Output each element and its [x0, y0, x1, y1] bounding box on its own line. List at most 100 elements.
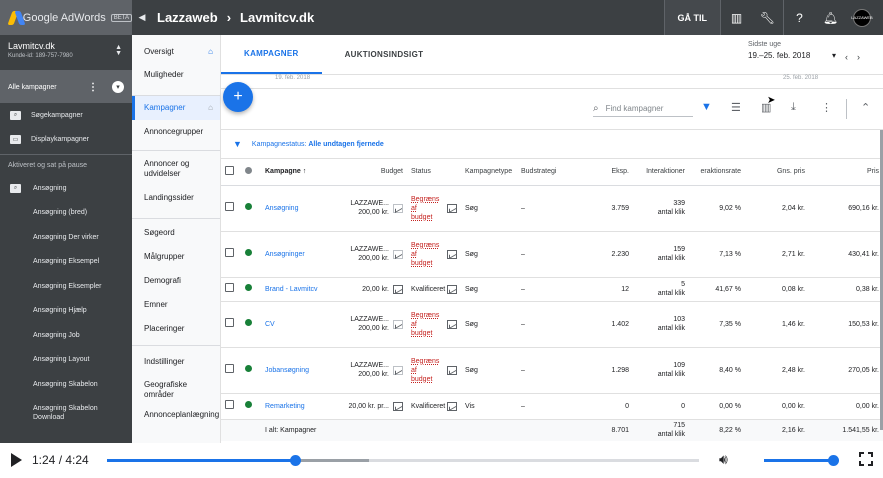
- nav-item-adgroups[interactable]: Annoncegrupper: [132, 120, 220, 144]
- campaign-name-link[interactable]: Remarketing: [261, 393, 331, 420]
- sidebar-campaign-item[interactable]: ⌕ Ansøgning: [0, 176, 132, 201]
- budget-cell[interactable]: LAZZAWE... 200,00 kr.: [335, 199, 403, 217]
- video-progress-bar[interactable]: [107, 455, 699, 466]
- fullscreen-icon[interactable]: [859, 452, 873, 466]
- collapse-sidebar-icon[interactable]: ◀: [132, 12, 152, 23]
- more-vert-icon[interactable]: ⋮: [821, 101, 832, 114]
- breadcrumb-parent[interactable]: Lazzaweb: [157, 10, 218, 25]
- budget-chart-icon[interactable]: [393, 401, 403, 411]
- play-icon[interactable]: [11, 453, 22, 467]
- sidebar-campaign-item[interactable]: Ansøgning Hjælp: [0, 299, 132, 324]
- sidebar-campaign-item[interactable]: Ansøgning Der virker: [0, 225, 132, 250]
- columns-icon[interactable]: ▥: [761, 101, 771, 114]
- col-budget[interactable]: Budget: [331, 159, 407, 186]
- nav-item-opportunities[interactable]: Muligheder: [132, 65, 220, 85]
- nav-item-ad-schedule[interactable]: Annonceplanlægning: [132, 404, 220, 426]
- budget-chart-icon[interactable]: [393, 249, 403, 259]
- wrench-icon[interactable]: 🔧︎: [752, 0, 783, 35]
- campaign-name-link[interactable]: Ansøgning: [261, 185, 331, 232]
- avatar[interactable]: LAZZAWEB: [851, 8, 873, 27]
- table-row[interactable]: Jobansøgning LAZZAWE... 200,00 kr. Begræn…: [221, 347, 883, 394]
- budget-chart-icon[interactable]: [393, 365, 403, 375]
- help-icon[interactable]: ?: [784, 0, 815, 35]
- trend-chart-icon[interactable]: [447, 284, 457, 294]
- col-impressions[interactable]: Eksp.: [573, 159, 633, 186]
- sidebar-campaign-item[interactable]: Ansøgning Skabelon: [0, 372, 132, 397]
- tab-auction-insights[interactable]: AUKTIONSINDSIGT: [322, 34, 447, 74]
- row-checkbox[interactable]: [225, 248, 234, 257]
- budget-chart-icon[interactable]: [393, 203, 403, 213]
- sidebar-campaign-item[interactable]: Ansøgning (bred): [0, 201, 132, 226]
- all-campaigns-item[interactable]: Alle kampagner ⋮ ▾: [0, 71, 132, 103]
- table-row[interactable]: Ansøgninger LAZZAWE... 200,00 kr. Begræns…: [221, 231, 883, 278]
- volume-icon[interactable]: 🔊︎: [719, 451, 728, 468]
- bell-icon[interactable]: 🔔︎: [815, 0, 846, 35]
- trend-chart-icon[interactable]: [447, 365, 457, 375]
- table-row[interactable]: Remarketing 20,00 kr. pr... Kvalificeret…: [221, 393, 883, 420]
- nav-item-locations[interactable]: Geografiske områder: [132, 376, 220, 404]
- chevron-right-icon[interactable]: ›: [857, 52, 869, 62]
- trend-chart-icon[interactable]: [447, 401, 457, 411]
- sidebar-campaign-item[interactable]: Ansøgning Eksempel: [0, 250, 132, 275]
- campaign-name-link[interactable]: CV: [261, 301, 331, 348]
- col-cost[interactable]: Pris: [809, 159, 883, 186]
- reports-icon[interactable]: ▥: [721, 0, 752, 35]
- budget-cell[interactable]: 20,00 kr. pr...: [335, 401, 403, 411]
- row-checkbox[interactable]: [225, 202, 234, 211]
- chevron-left-icon[interactable]: ‹: [845, 52, 857, 62]
- sidebar-campaign-item[interactable]: Ansøgning Job: [0, 323, 132, 348]
- search-input[interactable]: ⌕ Find kampagner: [593, 101, 693, 117]
- sidebar-item-search-campaigns[interactable]: ⌕ Søgekampagner: [0, 103, 132, 127]
- row-checkbox[interactable]: [225, 318, 234, 327]
- budget-chart-icon[interactable]: [393, 319, 403, 329]
- col-status[interactable]: Status: [407, 159, 461, 186]
- trend-chart-icon[interactable]: [447, 203, 457, 213]
- volume-handle[interactable]: [828, 455, 839, 466]
- col-campaign[interactable]: Kampagne ↑: [261, 159, 331, 186]
- more-vert-icon[interactable]: ⋮: [88, 82, 98, 93]
- trend-chart-icon[interactable]: [447, 249, 457, 259]
- budget-cell[interactable]: LAZZAWE... 200,00 kr.: [335, 315, 403, 333]
- campaign-name-link[interactable]: Ansøgninger: [261, 231, 331, 278]
- video-progress-handle[interactable]: [290, 455, 302, 466]
- budget-cell[interactable]: LAZZAWE... 200,00 kr.: [335, 245, 403, 263]
- row-checkbox[interactable]: [225, 400, 234, 409]
- tab-campaigns[interactable]: KAMPAGNER: [221, 34, 322, 74]
- budget-cell[interactable]: 20,00 kr.: [335, 284, 403, 294]
- trend-chart-icon[interactable]: [447, 319, 457, 329]
- col-interaction-rate[interactable]: eraktionsrate: [689, 159, 745, 186]
- add-campaign-button[interactable]: +: [223, 82, 253, 112]
- chevron-down-icon[interactable]: ▾: [112, 81, 124, 93]
- filter-icon[interactable]: ▼: [701, 101, 712, 113]
- budget-cell[interactable]: LAZZAWE... 200,00 kr.: [335, 361, 403, 379]
- col-type[interactable]: Kampagnetype: [461, 159, 517, 186]
- sidebar-campaign-item[interactable]: Ansøgning Skabelon Download: [0, 397, 132, 429]
- nav-item-overview[interactable]: Oversigt ⌂: [132, 35, 220, 69]
- nav-item-ads-extensions[interactable]: Annoncer og udvidelser: [132, 151, 220, 187]
- table-row[interactable]: CV LAZZAWE... 200,00 kr. Begræns af budget …: [221, 301, 883, 348]
- nav-item-placements[interactable]: Placeringer: [132, 317, 220, 341]
- select-all-checkbox[interactable]: [225, 166, 234, 176]
- row-checkbox[interactable]: [225, 364, 234, 373]
- col-interactions[interactable]: Interaktioner: [633, 159, 689, 186]
- sidebar-item-display-campaigns[interactable]: ▭ Displaykampagner: [0, 127, 132, 151]
- segment-icon[interactable]: ☰: [731, 101, 741, 114]
- expand-collapse-icon[interactable]: ▲ ▼: [115, 44, 122, 57]
- budget-chart-icon[interactable]: [393, 284, 403, 294]
- goto-button[interactable]: GÅ TIL: [663, 0, 721, 35]
- filter-bar[interactable]: ▼ Kampagnestatus: Alle undtagen fjernede: [221, 129, 883, 159]
- nav-item-landing-pages[interactable]: Landingssider: [132, 187, 220, 209]
- nav-item-campaigns[interactable]: Kampagner ⌂: [132, 96, 220, 120]
- col-strategy[interactable]: Budstrategi: [517, 159, 573, 186]
- collapse-chevron-up-icon[interactable]: ⌃: [861, 101, 870, 114]
- nav-item-settings[interactable]: Indstillinger: [132, 348, 220, 376]
- brand[interactable]: Google AdWords BETA: [0, 0, 132, 35]
- sidebar-campaign-item[interactable]: Ansøgning Eksempler: [0, 274, 132, 299]
- campaign-name-link[interactable]: Brand - Lavmitcv: [261, 277, 331, 302]
- col-avg-cost[interactable]: Gns. pris: [745, 159, 809, 186]
- row-checkbox[interactable]: [225, 283, 234, 292]
- table-row[interactable]: Ansøgning LAZZAWE... 200,00 kr. Begræns af…: [221, 185, 883, 232]
- table-row[interactable]: Brand - Lavmitcv 20,00 kr. Kvalificeret …: [221, 277, 883, 302]
- volume-slider[interactable]: [764, 459, 834, 462]
- sidebar-campaign-item[interactable]: Ansøgning Layout: [0, 348, 132, 373]
